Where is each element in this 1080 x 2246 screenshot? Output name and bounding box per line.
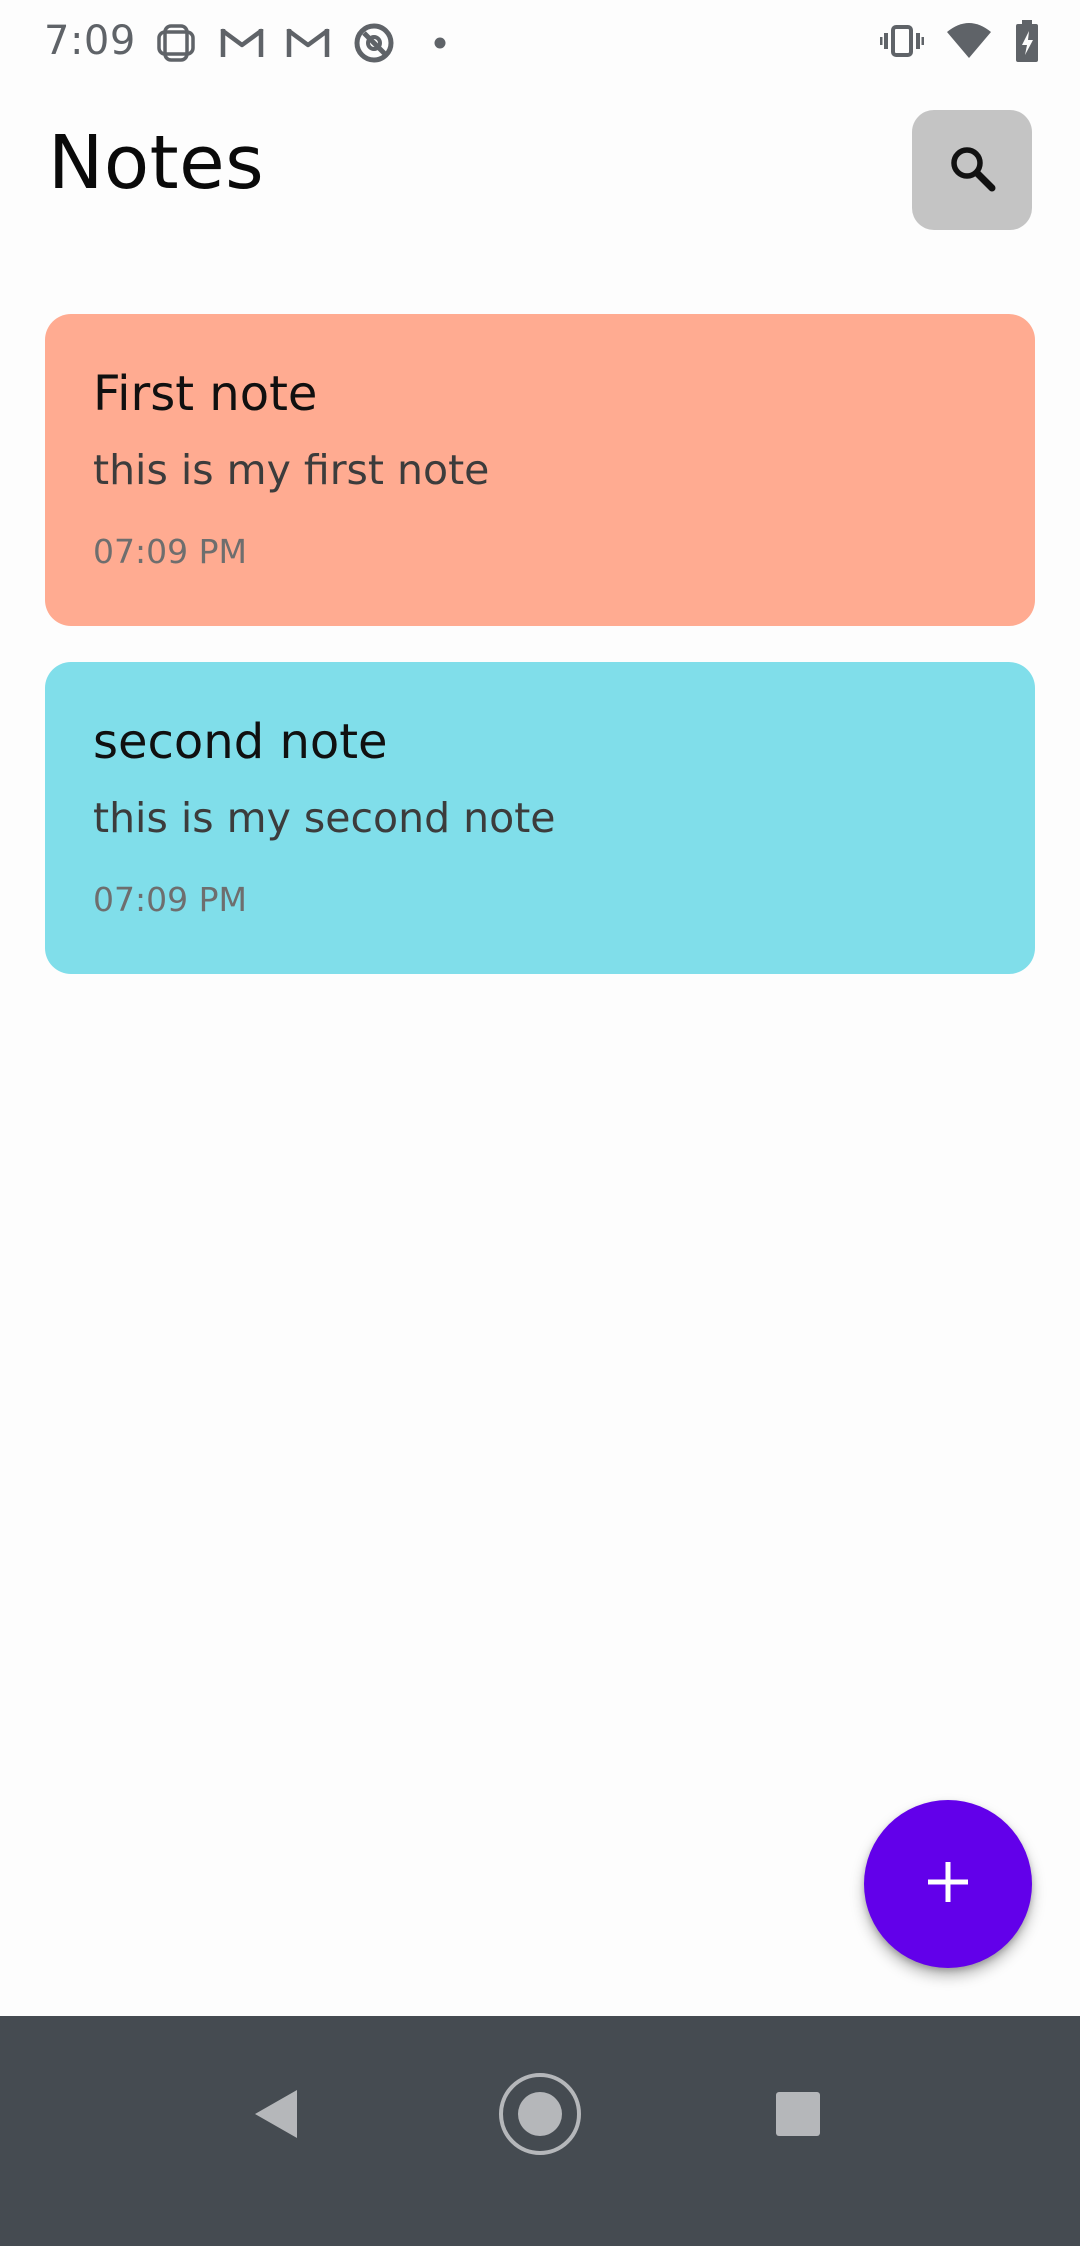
status-right-icons (879, 18, 1040, 68)
note-time: 07:09 PM (93, 880, 247, 919)
search-icon (947, 143, 997, 197)
recents-square-icon (773, 2089, 823, 2143)
note-time: 07:09 PM (93, 532, 247, 571)
navigation-bar (0, 2016, 1080, 2246)
note-title: First note (93, 366, 318, 422)
wifi-icon (946, 22, 992, 64)
gmail-icon (284, 19, 332, 67)
gmail-icon (218, 19, 266, 67)
note-title: second note (93, 714, 388, 770)
recents-button[interactable] (748, 2066, 848, 2166)
dot-icon (416, 19, 464, 67)
home-circle-icon (497, 2071, 583, 2161)
note-body: this is my second note (93, 794, 556, 842)
plus-icon (924, 1858, 972, 1910)
back-triangle-icon (251, 2087, 301, 2145)
blocked-icon (350, 19, 398, 67)
back-button[interactable] (226, 2066, 326, 2166)
vibrate-icon (879, 21, 925, 65)
add-note-button[interactable] (864, 1800, 1032, 1968)
grid-icon (152, 19, 200, 67)
note-card[interactable]: second note this is my second note 07:09… (45, 662, 1035, 974)
note-body: this is my first note (93, 446, 490, 494)
battery-charging-icon (1014, 19, 1040, 67)
status-bar: 7:09 (0, 0, 1080, 86)
note-card[interactable]: First note this is my first note 07:09 P… (45, 314, 1035, 626)
search-button[interactable] (912, 110, 1032, 230)
page-title: Notes (48, 120, 265, 206)
notification-icons (152, 18, 464, 68)
status-time: 7:09 (44, 18, 136, 64)
home-button[interactable] (490, 2066, 590, 2166)
